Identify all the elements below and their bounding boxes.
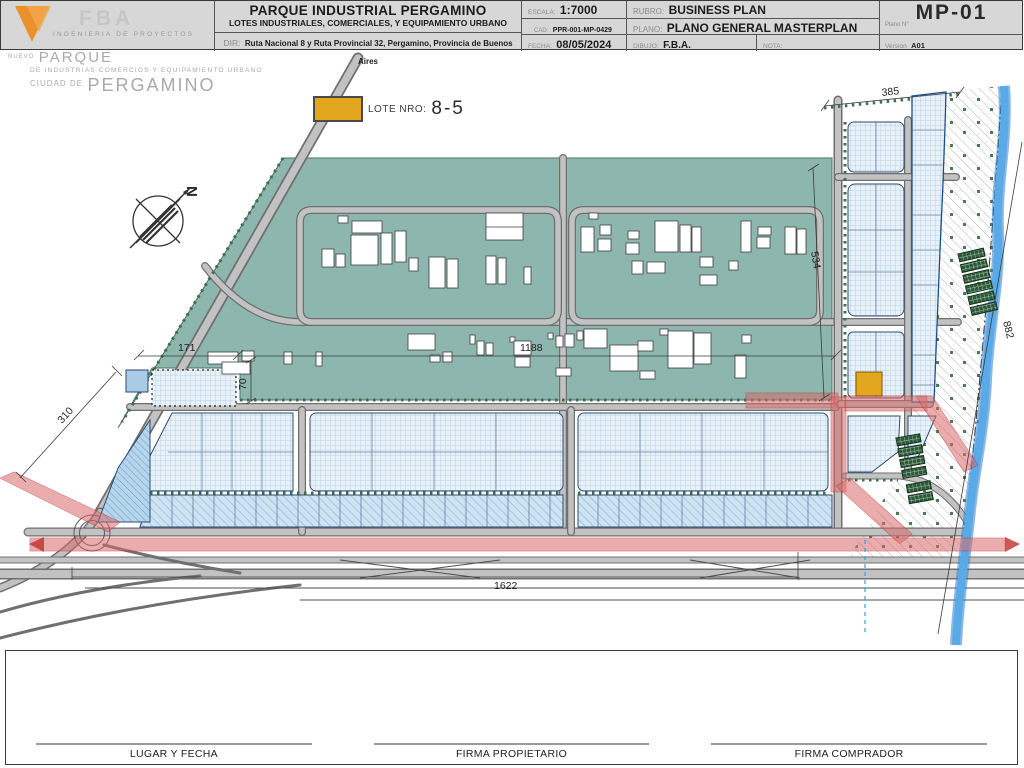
nota-cell: NOTA: (756, 34, 879, 51)
signature-label: LUGAR Y FECHA (36, 748, 312, 760)
escala-value: 1:7000 (560, 3, 597, 17)
rubro-label: RUBRO: (633, 7, 664, 16)
fecha-value: 08/05/2024 (556, 39, 611, 51)
north-compass: N (130, 186, 200, 248)
project-heading: NUEVO PARQUE DE INDUSTRIAS COMERCIOS Y E… (8, 50, 263, 95)
lot-strip-east (578, 495, 832, 527)
escala-cell: ESCALA: 1:7000 (521, 1, 626, 18)
title-block: FBA INGENIERIA DE PROYECTOS PARQUE INDUS… (0, 0, 1023, 50)
heading-line3-prefix: CIUDAD DE (30, 79, 83, 88)
signature-line (36, 743, 312, 746)
fecha-cell: FECHA: 08/05/2024 (521, 34, 626, 51)
company-tagline: INGENIERIA DE PROYECTOS (53, 31, 194, 38)
signature-field-propietario: FIRMA PROPIETARIO (374, 743, 650, 761)
plano-value: PLANO GENERAL MASTERPLAN (667, 21, 857, 35)
signature-field-lugar: LUGAR Y FECHA (36, 743, 312, 761)
project-title-cell: PARQUE INDUSTRIAL PERGAMINO LOTES INDUST… (214, 1, 521, 32)
cad-cell: CAD: PPR-001-MP-0429 (521, 18, 626, 34)
signature-field-comprador: FIRMA COMPRADOR (711, 743, 987, 761)
address-cell: DIR: Ruta Nacional 8 y Ruta Provincial 3… (214, 32, 521, 51)
lot-triangle-west (98, 420, 150, 522)
legend-label: LOTE NRO: (368, 104, 426, 115)
dim-310: 310 (55, 405, 76, 426)
legend-lot-number: 8-5 (431, 98, 464, 120)
dim-171: 171 (178, 342, 196, 354)
dibujo-label: DIBUJO: (633, 43, 659, 50)
escala-label: ESCALA: (528, 9, 555, 16)
heading-line3: PERGAMINO (87, 75, 215, 95)
lot-strip-west (140, 495, 563, 527)
project-title: PARQUE INDUSTRIAL PERGAMINO (215, 3, 521, 18)
dim-1622: 1622 (494, 580, 518, 592)
heading-line1: PARQUE (39, 49, 113, 66)
fecha-label: FECHA: (528, 43, 552, 50)
dibujo-cell: DIBUJO: F.B.A. (626, 34, 756, 51)
plano-cell: PLANO: PLANO GENERAL MASTERPLAN (626, 18, 879, 34)
signature-box: LUGAR Y FECHA FIRMA PROPIETARIO FIRMA CO… (5, 650, 1018, 765)
dir-label: DIR: (223, 38, 240, 48)
rubro-cell: RUBRO: BUSINESS PLAN (626, 1, 879, 18)
north-label: N (183, 186, 200, 197)
cad-value: PPR-001-MP-0429 (553, 27, 612, 34)
dim-385: 385 (881, 85, 900, 99)
nota-label: NOTA: (763, 43, 782, 50)
company-name: FBA (79, 7, 134, 31)
signature-label: FIRMA PROPIETARIO (374, 748, 650, 760)
version-value: A01 (911, 41, 925, 50)
lot-legend: LOTE NRO: 8-5 (313, 96, 465, 122)
dim-882: 882 (1000, 320, 1016, 340)
rubro-value: BUSINESS PLAN (669, 3, 766, 17)
dim-1188: 1188 (520, 342, 543, 354)
dim-70: 70 (237, 378, 249, 390)
signature-line (374, 743, 650, 746)
dibujo-value: F.B.A. (663, 40, 691, 51)
project-subtitle: LOTES INDUSTRIALES, COMERCIALES, Y EQUIP… (215, 18, 521, 28)
masterplan-sheet: 385 534 882 171 1188 70 310 1622 N FBA I… (0, 0, 1024, 768)
signature-line (711, 743, 987, 746)
legend-color-swatch (313, 96, 363, 122)
version-label: Version (885, 43, 907, 50)
sheet-number-cell: MP-01 Plano N° (879, 1, 1023, 34)
heading-prefix: NUEVO (8, 54, 34, 60)
plano-label: PLANO: (633, 25, 662, 34)
version-cell: Version A01 (879, 34, 1023, 51)
logo-cell: FBA INGENIERIA DE PROYECTOS (1, 1, 214, 51)
lote-8-5-highlight (856, 372, 882, 396)
signature-label: FIRMA COMPRADOR (711, 748, 987, 760)
lot-dotted-reserve (152, 370, 236, 406)
